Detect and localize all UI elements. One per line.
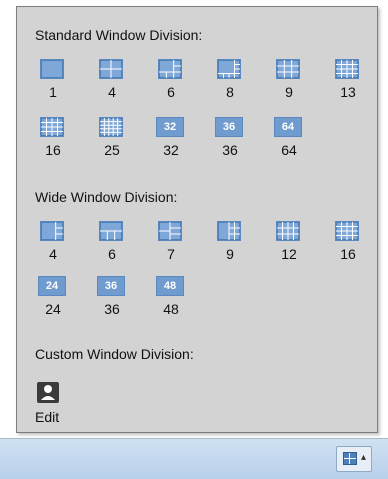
wide-division-option-4[interactable]: 4 (33, 221, 73, 269)
division-count-label: 9 (226, 246, 234, 262)
layout-grid-icon (217, 221, 241, 241)
division-count-label: 64 (281, 142, 297, 158)
wide-division-option-9[interactable]: 9 (210, 221, 250, 269)
standard-division-option-36[interactable]: 36 36 (210, 117, 250, 165)
division-count-label: 7 (167, 246, 175, 262)
standard-division-title: Standard Window Division: (35, 27, 203, 43)
standard-division-option-32[interactable]: 32 32 (151, 117, 191, 165)
layout-grid-icon (276, 221, 300, 241)
wide-division-option-16[interactable]: 16 (328, 221, 368, 269)
division-count-tile: 48 (156, 276, 184, 296)
window-division-icon (343, 452, 357, 465)
window-division-panel: Standard Window Division: 1 4 6 8 9 13 16 25 32 3… (16, 6, 378, 433)
division-count-label: 1 (49, 84, 57, 100)
wide-division-option-7[interactable]: 7 (151, 221, 191, 269)
layout-grid-icon (217, 59, 241, 79)
division-count-label: 6 (167, 84, 175, 100)
division-count-label: 36 (222, 142, 238, 158)
layout-grid-icon (40, 117, 64, 137)
layout-grid-icon (335, 221, 359, 241)
window-division-button[interactable]: ▴ (336, 446, 372, 472)
layout-grid-icon (158, 221, 182, 241)
division-count-label: 48 (163, 301, 179, 317)
layout-grid-icon (40, 59, 64, 79)
standard-division-option-25[interactable]: 25 (92, 117, 132, 165)
division-count-label: 4 (49, 246, 57, 262)
standard-division-option-6[interactable]: 6 (151, 59, 191, 107)
division-count-tile: 24 (38, 276, 66, 296)
standard-division-option-16[interactable]: 16 (33, 117, 73, 165)
division-count-tile: 36 (97, 276, 125, 296)
layout-grid-icon (335, 59, 359, 79)
division-count-label: 25 (104, 142, 120, 158)
layout-grid-icon (276, 59, 300, 79)
caret-up-icon: ▴ (361, 452, 367, 463)
division-count-label: 32 (163, 142, 179, 158)
division-count-label: 13 (340, 84, 356, 100)
wide-division-option-6[interactable]: 6 (92, 221, 132, 269)
division-count-label: 16 (45, 142, 61, 158)
user-icon (37, 382, 59, 403)
standard-division-option-13[interactable]: 13 (328, 59, 368, 107)
division-count-tile: 36 (215, 117, 243, 137)
layout-grid-icon (99, 59, 123, 79)
taskbar (0, 438, 388, 479)
standard-division-option-8[interactable]: 8 (210, 59, 250, 107)
custom-division-title: Custom Window Division: (35, 346, 194, 362)
wide-division-option-48[interactable]: 48 48 (151, 276, 191, 324)
division-count-tile: 64 (274, 117, 302, 137)
standard-division-option-9[interactable]: 9 (269, 59, 309, 107)
layout-grid-icon (158, 59, 182, 79)
edit-label: Edit (35, 409, 60, 425)
layout-grid-icon (99, 221, 123, 241)
layout-grid-icon (40, 221, 64, 241)
division-count-tile: 32 (156, 117, 184, 137)
division-count-label: 4 (108, 84, 116, 100)
standard-division-option-64[interactable]: 64 64 (269, 117, 309, 165)
wide-division-option-24[interactable]: 24 24 (33, 276, 73, 324)
wide-division-option-12[interactable]: 12 (269, 221, 309, 269)
wide-division-title: Wide Window Division: (35, 189, 178, 205)
division-count-label: 36 (104, 301, 120, 317)
division-count-label: 24 (45, 301, 61, 317)
division-count-label: 8 (226, 84, 234, 100)
division-count-label: 6 (108, 246, 116, 262)
standard-division-option-1[interactable]: 1 (33, 59, 73, 107)
layout-grid-icon (99, 117, 123, 137)
division-count-label: 12 (281, 246, 297, 262)
division-count-label: 16 (340, 246, 356, 262)
division-count-label: 9 (285, 84, 293, 100)
standard-division-option-4[interactable]: 4 (92, 59, 132, 107)
wide-division-option-36[interactable]: 36 36 (92, 276, 132, 324)
